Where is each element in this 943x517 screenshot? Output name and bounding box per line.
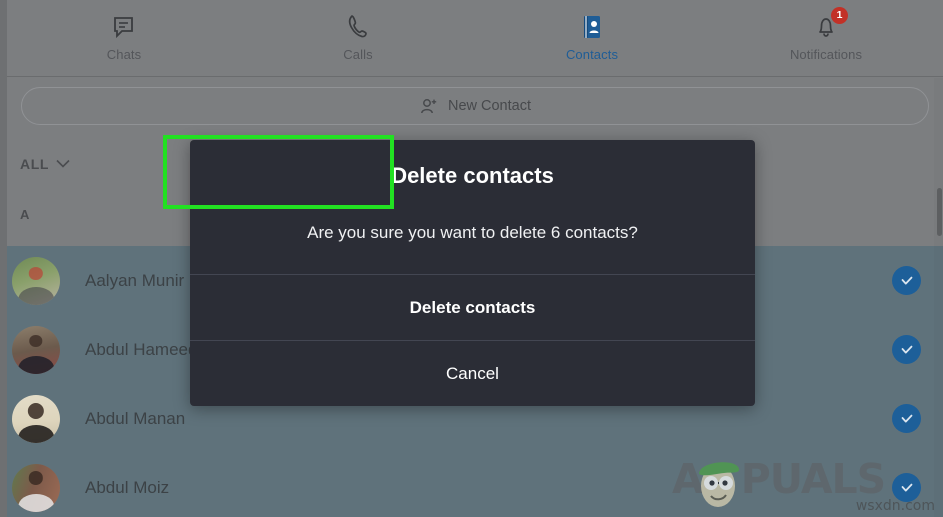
nav-tab-contacts[interactable]: Contacts bbox=[475, 0, 709, 76]
check-circle-icon[interactable] bbox=[892, 266, 921, 295]
nav-tab-notifications[interactable]: 1 Notifications bbox=[709, 0, 943, 76]
confirm-delete-contacts-button[interactable]: Delete contacts bbox=[190, 275, 755, 340]
notifications-badge: 1 bbox=[831, 7, 848, 24]
nav-tab-chats[interactable]: Chats bbox=[7, 0, 241, 76]
bell-icon: 1 bbox=[813, 7, 848, 40]
chevron-down-icon bbox=[56, 155, 70, 173]
new-contact-button[interactable]: New Contact bbox=[21, 86, 929, 125]
contact-book-icon bbox=[579, 14, 605, 40]
app-root: Chats Calls Contacts 1 Notifications New… bbox=[0, 0, 943, 517]
person-plus-icon bbox=[419, 96, 439, 116]
contact-filter-label: ALL bbox=[20, 156, 50, 172]
nav-tab-notifications-label: Notifications bbox=[789, 47, 863, 62]
dialog-title: Delete contacts bbox=[391, 163, 554, 188]
list-scrollbar[interactable] bbox=[934, 78, 943, 517]
nav-tab-chats-label: Chats bbox=[106, 47, 142, 62]
table-row[interactable]: Abdul Moiz bbox=[7, 453, 943, 517]
source-watermark: wsxdn.com bbox=[855, 498, 935, 514]
avatar bbox=[12, 394, 60, 443]
cancel-button[interactable]: Cancel bbox=[190, 341, 755, 406]
avatar bbox=[12, 256, 60, 305]
window-left-edge bbox=[0, 0, 7, 517]
top-navigation-bar: Chats Calls Contacts 1 Notifications bbox=[7, 0, 943, 77]
contact-name: Abdul Manan bbox=[85, 408, 186, 428]
phone-handset-icon bbox=[345, 14, 371, 40]
list-scrollbar-thumb[interactable] bbox=[937, 188, 942, 236]
avatar bbox=[12, 463, 60, 512]
nav-tab-calls[interactable]: Calls bbox=[241, 0, 475, 76]
contact-name: Abdul Moiz bbox=[85, 477, 170, 497]
contact-name: Aalyan Munir bbox=[85, 270, 185, 290]
nav-tab-contacts-label: Contacts bbox=[565, 47, 619, 62]
new-contact-bar: New Contact bbox=[7, 78, 943, 133]
contact-name: Abdul Hameed bbox=[85, 339, 198, 359]
dialog-message: Are you sure you want to delete 6 contac… bbox=[307, 223, 638, 242]
delete-contacts-dialog: Delete contacts Are you sure you want to… bbox=[190, 140, 755, 406]
contact-filter-dropdown[interactable]: ALL bbox=[20, 155, 70, 173]
avatar bbox=[12, 325, 60, 374]
chat-bubble-icon bbox=[111, 14, 137, 40]
list-section-header: A bbox=[20, 207, 30, 222]
new-contact-label: New Contact bbox=[447, 97, 531, 114]
check-circle-icon[interactable] bbox=[892, 404, 921, 433]
nav-tab-calls-label: Calls bbox=[343, 47, 373, 62]
check-circle-icon[interactable] bbox=[892, 335, 921, 364]
